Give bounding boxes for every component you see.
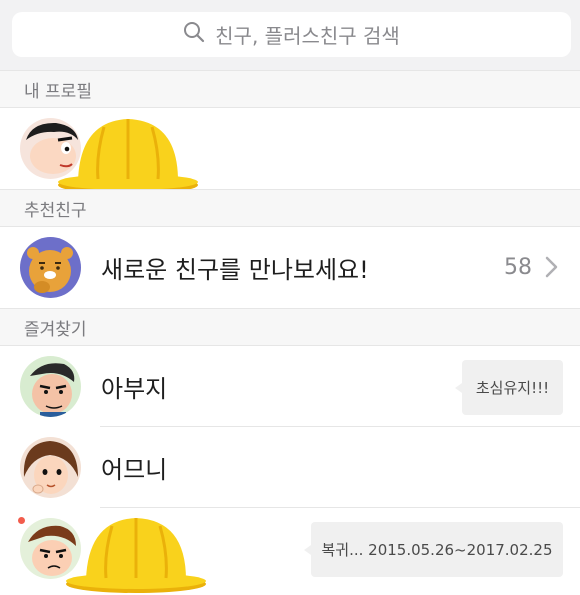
section-label: 내 프로필 [24, 81, 92, 102]
friend-row-father[interactable]: 아부지 초심유지!!! [0, 346, 580, 427]
status-message-bubble: 복귀... 2015.05.26~2017.02.25 [304, 522, 563, 577]
friend-name: 아부지 [101, 375, 168, 403]
recommended-title: 새로운 친구를 만나보세요! [101, 256, 369, 284]
ryan-avatar [20, 237, 81, 298]
new-badge [18, 517, 25, 524]
recommended-friends-row[interactable]: 새로운 친구를 만나보세요! 58 [0, 227, 580, 308]
section-label: 추천친구 [24, 200, 87, 221]
section-header-recommended: 추천친구 [0, 189, 580, 227]
chevron-right-icon [545, 256, 558, 278]
status-message: 복귀... 2015.05.26~2017.02.25 [321, 541, 553, 559]
section-label: 즐겨찾기 [24, 319, 87, 340]
avatar [20, 356, 81, 417]
section-header-my-profile: 내 프로필 [0, 70, 580, 108]
search-area: 친구, 플러스친구 검색 [0, 0, 580, 70]
friend-row-mother[interactable]: 어므니 [0, 427, 580, 508]
search-input[interactable]: 친구, 플러스친구 검색 [12, 12, 571, 57]
yellow-hat-icon [66, 518, 206, 593]
yellow-hat-icon [58, 119, 198, 194]
section-header-favorites: 즐겨찾기 [0, 308, 580, 346]
status-message-bubble: 초심유지!!! [455, 360, 563, 415]
search-icon [183, 21, 205, 48]
status-message: 초심유지!!! [475, 379, 550, 397]
avatar [20, 437, 81, 498]
friend-name: 어므니 [101, 456, 168, 484]
search-placeholder: 친구, 플러스친구 검색 [215, 24, 400, 48]
recommended-count: 58 [504, 255, 532, 280]
